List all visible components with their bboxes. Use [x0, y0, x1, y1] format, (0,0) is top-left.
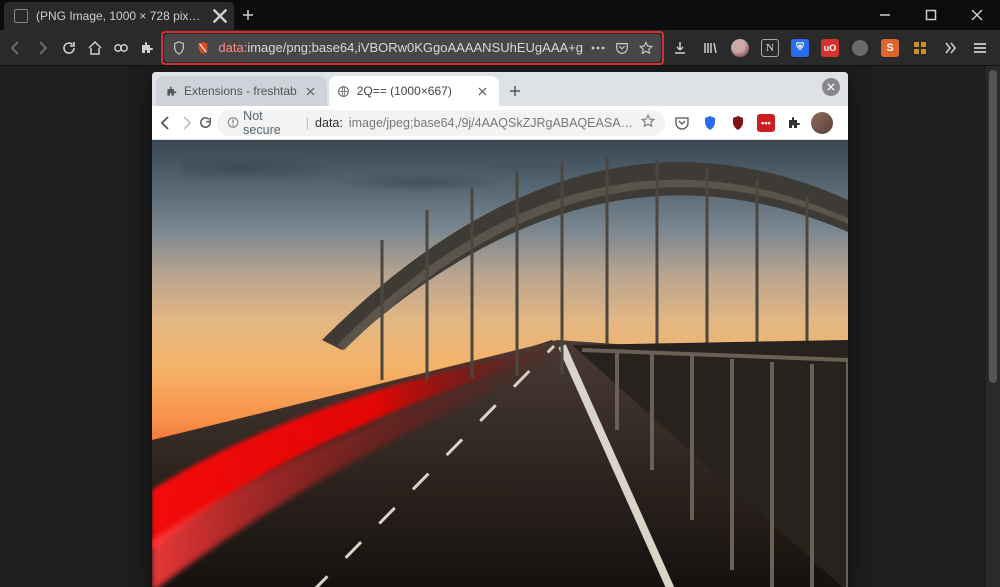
- chrome-tabstrip: Extensions - freshtab 2Q== (1000×667): [152, 72, 848, 106]
- chrome-back-button[interactable]: [158, 110, 174, 136]
- home-button[interactable]: [83, 33, 107, 63]
- firefox-menu-button[interactable]: [966, 34, 994, 62]
- site-identity-icon[interactable]: [194, 39, 212, 57]
- extension-puzzle-icon[interactable]: [135, 33, 159, 63]
- window-maximize-button[interactable]: [908, 0, 954, 30]
- downloads-icon[interactable]: [666, 34, 694, 62]
- firefox-urlbar-highlight: data: image/png;base64,iVBORw0KGgoAAAANS…: [161, 31, 664, 65]
- library-icon[interactable]: [696, 34, 724, 62]
- ublock-extension-icon[interactable]: uO: [816, 34, 844, 62]
- sync-icon[interactable]: [109, 33, 133, 63]
- chrome-tab-extensions[interactable]: Extensions - freshtab: [156, 76, 327, 106]
- globe-icon: [337, 84, 351, 98]
- forward-button[interactable]: [30, 33, 54, 63]
- url-text: data: image/png;base64,iVBORw0KGgoAAAANS…: [218, 40, 583, 55]
- bookmark-star-icon[interactable]: [637, 39, 655, 57]
- chrome-extensions-puzzle-icon[interactable]: [781, 110, 807, 136]
- chrome-address-bar[interactable]: Not secure | data: image/jpeg;base64,/9j…: [217, 110, 665, 136]
- window-minimize-button[interactable]: [862, 0, 908, 30]
- firefox-scrollbar[interactable]: [986, 66, 1000, 587]
- window-close-button[interactable]: [954, 0, 1000, 30]
- chrome-profile-avatar[interactable]: [809, 110, 835, 136]
- chrome-pocket-icon[interactable]: [669, 110, 695, 136]
- chrome-tab-image[interactable]: 2Q== (1000×667): [329, 76, 499, 106]
- extension-grid-icon[interactable]: [906, 34, 934, 62]
- chrome-url-scheme: data:: [315, 116, 343, 130]
- extension-grey-icon[interactable]: [846, 34, 874, 62]
- url-rest: image/png;base64,iVBORw0KGgoAAAANSUhEUgA…: [247, 40, 583, 55]
- extension-orange-icon[interactable]: S: [876, 34, 904, 62]
- image-viewer-content: [152, 140, 848, 587]
- firefox-tab-active[interactable]: (PNG Image, 1000 × 728 pixels) —: [4, 2, 234, 30]
- chrome-url-rest: image/jpeg;base64,/9j/4AAQSkZJRgABAQEASA…: [349, 116, 635, 130]
- url-protocol: data:: [218, 40, 247, 55]
- firefox-toolbar: data: image/png;base64,iVBORw0KGgoAAAANS…: [0, 30, 1000, 66]
- firefox-new-tab-button[interactable]: [234, 0, 262, 30]
- reload-button[interactable]: [56, 33, 80, 63]
- puzzle-icon: [164, 84, 178, 98]
- back-button[interactable]: [4, 33, 28, 63]
- chrome-new-tab-button[interactable]: [501, 76, 529, 106]
- firefox-urlbar[interactable]: data: image/png;base64,iVBORw0KGgoAAAANS…: [164, 34, 661, 62]
- chrome-forward-button[interactable]: [178, 110, 194, 136]
- close-tab-icon[interactable]: [212, 8, 228, 24]
- page-actions-icon[interactable]: [589, 39, 607, 57]
- chrome-lastpass-icon[interactable]: •••: [753, 110, 779, 136]
- inner-window-close-icon[interactable]: [822, 78, 840, 96]
- not-secure-label: Not secure: [243, 109, 300, 137]
- firefox-viewport: Extensions - freshtab 2Q== (1000×667): [0, 66, 1000, 587]
- window-controls: [862, 0, 1000, 30]
- tracking-shield-icon[interactable]: [170, 39, 188, 57]
- chrome-ublock-icon[interactable]: [725, 110, 751, 136]
- notion-extension-icon[interactable]: N: [756, 34, 784, 62]
- not-secure-indicator[interactable]: Not secure: [227, 109, 300, 137]
- chrome-reload-button[interactable]: [198, 110, 213, 136]
- inner-chrome-window: Extensions - freshtab 2Q== (1000×667): [152, 72, 848, 587]
- chrome-menu-button[interactable]: [837, 110, 848, 136]
- overflow-chevron-icon[interactable]: [936, 34, 964, 62]
- chrome-tab-label: 2Q== (1000×667): [357, 84, 469, 98]
- close-icon[interactable]: [475, 83, 491, 99]
- image-file-icon: [14, 9, 28, 23]
- firefox-tab-title: (PNG Image, 1000 × 728 pixels) —: [36, 9, 204, 23]
- firefox-tabstrip: (PNG Image, 1000 × 728 pixels) —: [0, 0, 1000, 30]
- firefox-window: (PNG Image, 1000 × 728 pixels) —: [0, 0, 1000, 587]
- chrome-toolbar: Not secure | data: image/jpeg;base64,/9j…: [152, 106, 848, 140]
- account-avatar-icon[interactable]: [726, 34, 754, 62]
- chrome-extensions-row: •••: [669, 110, 848, 136]
- pocket-icon[interactable]: [613, 39, 631, 57]
- close-icon[interactable]: [303, 83, 319, 99]
- bitwarden-extension-icon[interactable]: ⛨: [786, 34, 814, 62]
- scrollbar-thumb[interactable]: [989, 70, 997, 383]
- chrome-tab-label: Extensions - freshtab: [184, 84, 297, 98]
- chrome-bitwarden-icon[interactable]: [697, 110, 723, 136]
- chrome-bookmark-icon[interactable]: [641, 114, 655, 131]
- bridge-sunset-image: [152, 140, 848, 587]
- firefox-toolbar-extensions: N ⛨ uO S: [666, 34, 996, 62]
